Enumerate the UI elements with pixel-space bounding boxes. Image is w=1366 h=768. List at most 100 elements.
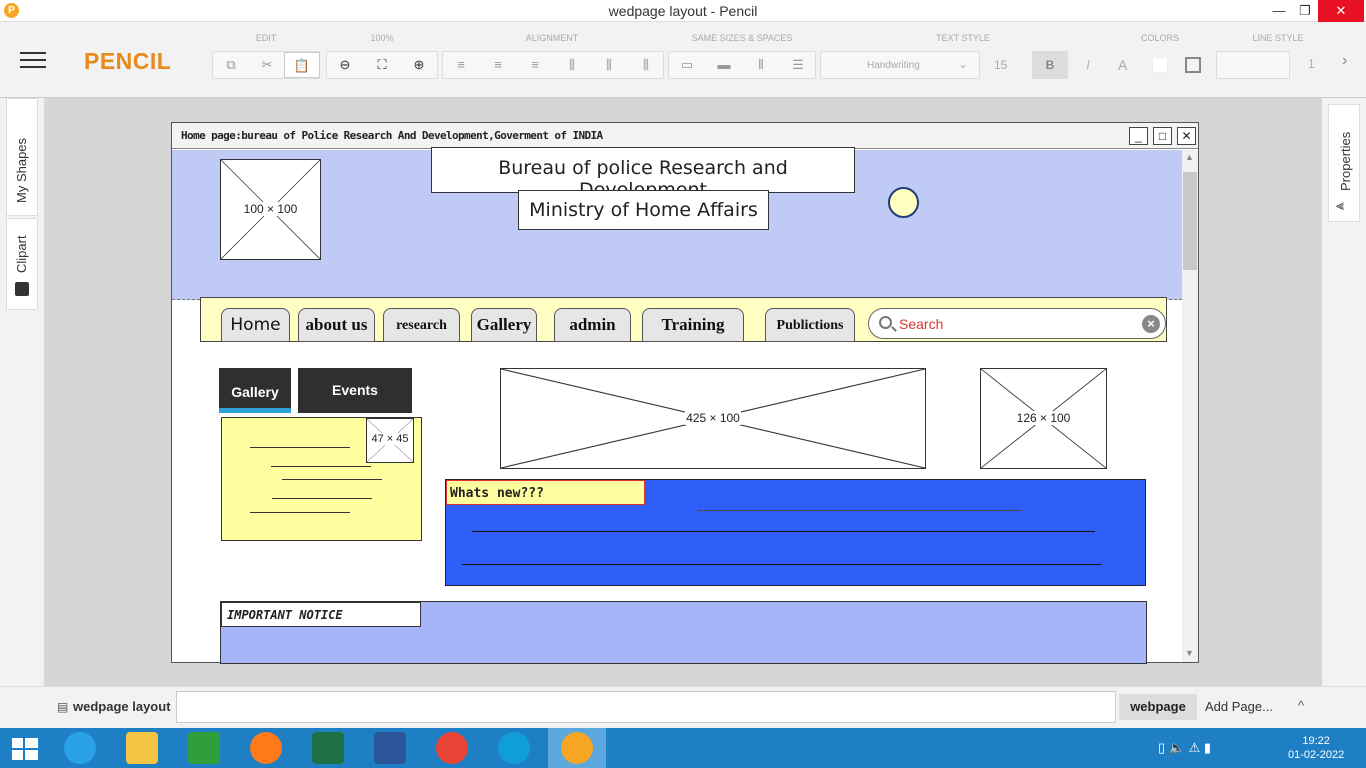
same-height-icon[interactable]: ▬ xyxy=(706,52,742,78)
align-right-icon[interactable]: ≡ xyxy=(517,52,553,78)
tray-icons[interactable]: ▯ 🔈 ⚠ ▮ xyxy=(1158,740,1211,756)
start-icon[interactable] xyxy=(12,738,38,760)
properties-tab[interactable]: Properties ⫷ xyxy=(1328,104,1360,222)
close-button[interactable]: ✕ xyxy=(1318,0,1364,22)
tab-events[interactable]: Events xyxy=(298,368,412,413)
ministry-box[interactable]: Ministry of Home Affairs xyxy=(518,190,769,230)
clipart-tab[interactable]: Clipart xyxy=(6,218,38,310)
text-color-button[interactable]: A xyxy=(1118,57,1127,73)
edit-group: ⧉ ✂ 📋 xyxy=(212,51,320,79)
page-bar: ▤ wedpage layout webpage Add Page... ^ xyxy=(0,686,1366,728)
store-icon[interactable] xyxy=(188,732,220,764)
mockup-window[interactable]: Home page:bureau of Police Research And … xyxy=(171,122,1199,664)
windows-taskbar: ▯ 🔈 ⚠ ▮ 19:22 01-02-2022 xyxy=(0,728,1366,768)
line-1 xyxy=(472,531,1095,532)
left-side-panel: My Shapes Clipart xyxy=(0,98,44,686)
group-label-zoom: 100% xyxy=(370,33,394,43)
dotted-line xyxy=(698,510,1021,511)
align-top-icon[interactable]: ⫼ xyxy=(554,52,590,78)
add-page-button[interactable]: Add Page... xyxy=(1205,699,1273,714)
line-style-select[interactable] xyxy=(1216,51,1290,79)
mockup-minimize-icon[interactable]: _ xyxy=(1129,127,1148,145)
header-area[interactable]: 100 × 100 Bureau of police Research and … xyxy=(172,147,1182,300)
window-title: wedpage layout - Pencil xyxy=(608,3,758,19)
note-image-placeholder[interactable]: 47 × 45 xyxy=(366,418,414,463)
main-toolbar: PENCIL EDIT 100% ALIGNMENT SAME SIZES & … xyxy=(0,22,1366,98)
nav-bar[interactable]: Home about us research Gallery admin Tra… xyxy=(200,297,1167,342)
align-middle-icon[interactable]: ⫼ xyxy=(591,52,627,78)
nav-tab-research[interactable]: research xyxy=(383,308,460,342)
nav-tab-gallery[interactable]: Gallery xyxy=(471,308,537,342)
font-family-select[interactable]: Handwriting xyxy=(820,51,980,79)
window-titlebar: P wedpage layout - Pencil — ❐ ✕ xyxy=(0,0,1366,22)
zoom-in-icon[interactable]: ⊕ xyxy=(401,52,437,78)
notice-label: IMPORTANT NOTICE xyxy=(221,602,421,627)
file-explorer-icon[interactable] xyxy=(126,732,158,764)
internet-explorer-icon[interactable] xyxy=(64,732,96,764)
cut-icon[interactable]: ✂ xyxy=(249,52,285,78)
collapse-icon[interactable]: ^ xyxy=(1298,698,1304,713)
side-image-placeholder[interactable]: 126 × 100 xyxy=(980,368,1107,469)
fill-color-button[interactable] xyxy=(1152,57,1168,73)
toolbar-scroll-right[interactable]: › xyxy=(1342,52,1347,70)
mockup-close-icon[interactable]: ✕ xyxy=(1177,127,1196,145)
page-name: wedpage layout xyxy=(73,699,171,714)
zoom-out-icon[interactable]: ⊖ xyxy=(327,52,363,78)
mockup-title: Home page:bureau of Police Research And … xyxy=(172,123,1198,149)
org-name-box[interactable]: Bureau of police Research and Developmen… xyxy=(431,147,855,201)
notice-panel[interactable]: IMPORTANT NOTICE xyxy=(220,601,1147,664)
scroll-thumb[interactable] xyxy=(1183,172,1197,270)
nav-tab-admin[interactable]: admin xyxy=(554,308,631,342)
nav-tab-about-us[interactable]: about us xyxy=(298,308,375,342)
group-label-text-style: TEXT STYLE xyxy=(936,33,990,43)
restore-button[interactable]: ❐ xyxy=(1290,0,1320,22)
align-bottom-icon[interactable]: ⫼ xyxy=(628,52,664,78)
edge-icon[interactable] xyxy=(498,732,530,764)
mockup-scrollbar[interactable]: ▲ ▼ xyxy=(1182,150,1198,662)
same-width-icon[interactable]: ▭ xyxy=(669,52,705,78)
space-v-icon[interactable]: ☰ xyxy=(780,52,816,78)
excel-icon[interactable] xyxy=(312,732,344,764)
scroll-up-icon[interactable]: ▲ xyxy=(1185,152,1194,162)
copy-icon[interactable]: ⧉ xyxy=(213,52,249,78)
stroke-color-button[interactable] xyxy=(1185,57,1201,73)
chrome-icon[interactable] xyxy=(436,732,468,764)
pencil-taskbar-button[interactable] xyxy=(548,728,606,768)
fit-icon[interactable]: ⛶ xyxy=(364,52,400,78)
chevron-down-icon[interactable]: ⌄ xyxy=(958,57,968,71)
nav-tab-publictions[interactable]: Publictions xyxy=(765,308,855,342)
nav-tab-training[interactable]: Training xyxy=(642,308,744,342)
group-label-sizes: SAME SIZES & SPACES xyxy=(691,33,793,43)
word-icon[interactable] xyxy=(374,732,406,764)
sticky-note[interactable]: 47 × 45 xyxy=(221,417,422,541)
document-icon: ▤ xyxy=(57,700,69,714)
banner-placeholder[interactable]: 425 × 100 xyxy=(500,368,926,469)
nav-tab-home[interactable]: Home xyxy=(221,308,290,342)
hamburger-menu-icon[interactable] xyxy=(20,52,46,70)
align-center-icon[interactable]: ≡ xyxy=(480,52,516,78)
space-h-icon[interactable]: ⫴ xyxy=(743,52,779,78)
whats-new-panel[interactable]: Whats new??? xyxy=(445,479,1146,586)
page-tab-webpage[interactable]: webpage xyxy=(1119,694,1197,720)
bold-button[interactable]: B xyxy=(1032,51,1068,79)
clipart-icon xyxy=(15,282,29,296)
mockup-maximize-icon[interactable]: □ xyxy=(1153,127,1172,145)
tab-gallery[interactable]: Gallery xyxy=(219,368,291,413)
page-tabs-area[interactable] xyxy=(176,691,1116,723)
group-label-edit: EDIT xyxy=(255,33,277,43)
firefox-icon[interactable] xyxy=(250,732,282,764)
scroll-down-icon[interactable]: ▼ xyxy=(1185,648,1194,658)
whats-new-label: Whats new??? xyxy=(446,480,645,505)
italic-button[interactable]: I xyxy=(1070,51,1106,79)
alignment-group: ≡ ≡ ≡ ⫼ ⫼ ⫼ xyxy=(442,51,664,79)
line-width-field[interactable]: 1 xyxy=(1308,57,1315,71)
clear-icon[interactable]: × xyxy=(1142,315,1160,333)
font-size-field[interactable]: 15 xyxy=(994,51,1034,79)
circle-shape[interactable] xyxy=(888,187,919,218)
search-input[interactable]: Search × xyxy=(868,308,1166,339)
align-left-icon[interactable]: ≡ xyxy=(443,52,479,78)
paste-icon[interactable]: 📋 xyxy=(284,52,320,78)
my-shapes-tab[interactable]: My Shapes xyxy=(6,98,38,216)
clock[interactable]: 19:22 01-02-2022 xyxy=(1288,734,1344,762)
logo-placeholder[interactable]: 100 × 100 xyxy=(220,159,321,260)
